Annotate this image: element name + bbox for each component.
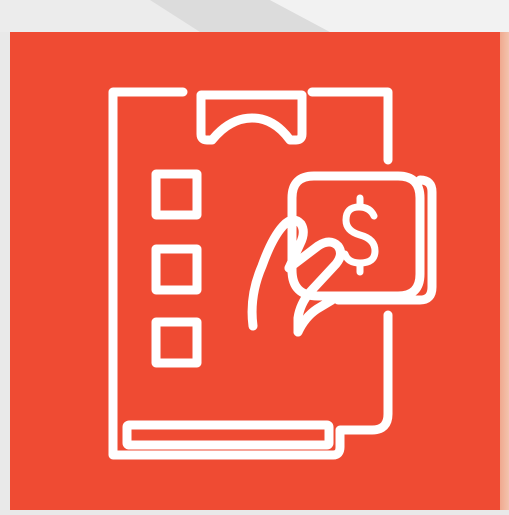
checkbox-icon: [151, 244, 202, 295]
dollar-sign-icon: [341, 194, 379, 276]
checkbox-icon: [151, 317, 202, 368]
checkbox-icon: [151, 169, 202, 220]
payment-checklist-illustration: [0, 0, 509, 510]
